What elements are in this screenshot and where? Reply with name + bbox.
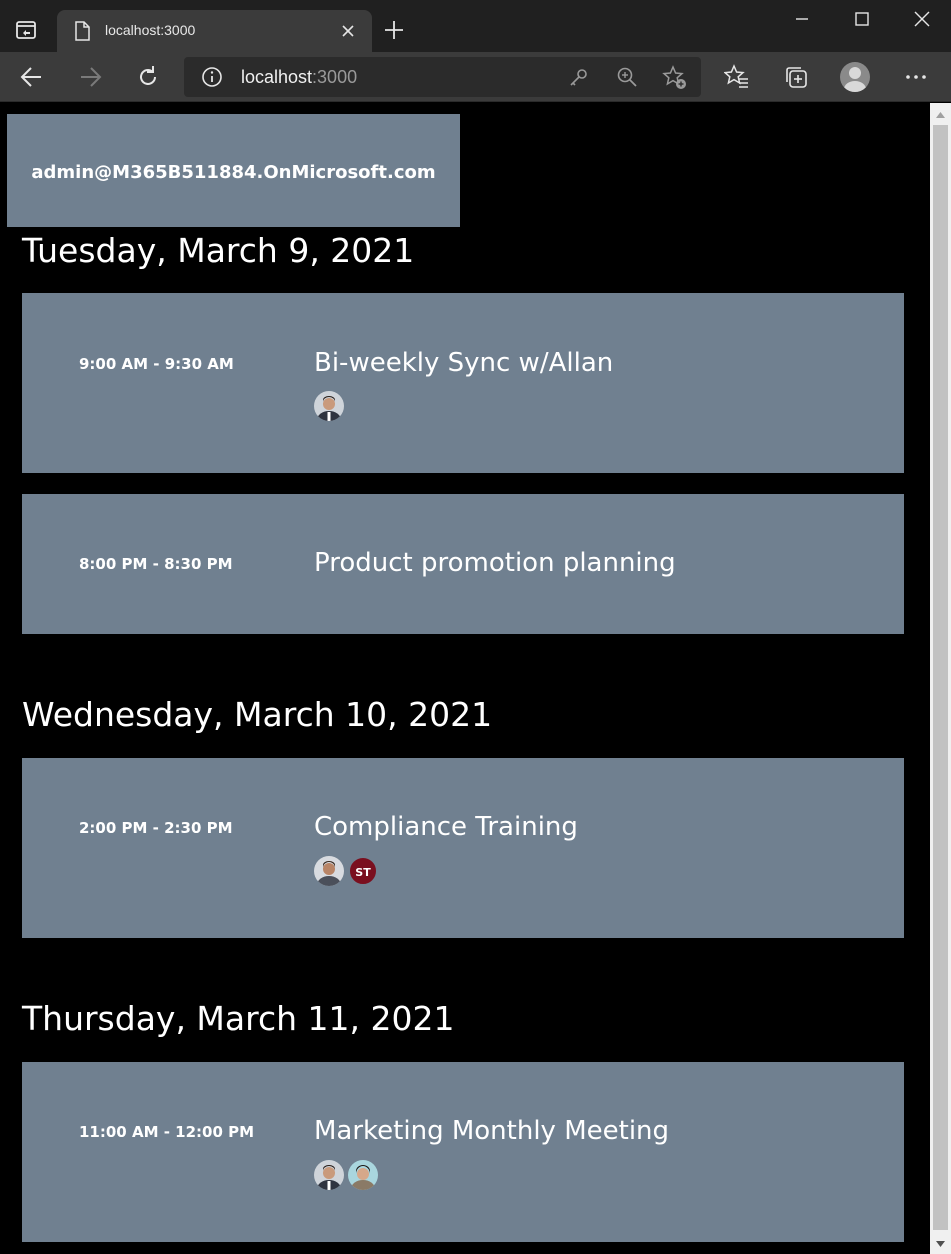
scroll-thumb[interactable] [933,125,948,1230]
event-time: 9:00 AM - 9:30 AM [79,355,234,373]
attendee-list [314,391,394,421]
day-heading: Wednesday, March 10, 2021 [22,695,493,734]
maximize-icon[interactable] [851,8,873,30]
key-icon[interactable] [568,67,590,89]
scroll-up-arrow-icon[interactable] [935,111,946,119]
day-heading: Tuesday, March 9, 2021 [22,231,415,270]
more-icon[interactable] [903,64,929,90]
attendee-avatar [314,1160,344,1190]
event-title: Marketing Monthly Meeting [314,1116,670,1146]
zoom-icon[interactable] [616,66,638,88]
scroll-down-arrow-icon[interactable] [935,1240,946,1248]
tab-title: localhost:3000 [105,22,196,38]
close-window-icon[interactable] [911,8,933,30]
url-port: :3000 [312,67,358,87]
collections-icon[interactable] [783,64,809,90]
close-icon[interactable] [340,23,356,39]
refresh-icon[interactable] [135,64,161,90]
event-title: Compliance Training [314,812,578,842]
event-card[interactable]: 9:00 AM - 9:30 AM Bi-weekly Sync w/Allan [22,293,904,473]
event-title: Product promotion planning [314,548,676,578]
event-time: 2:00 PM - 2:30 PM [79,819,233,837]
browser-titlebar: localhost:3000 [0,0,951,52]
event-time: 11:00 AM - 12:00 PM [79,1123,255,1141]
attendee-avatar [314,856,344,886]
forward-arrow-icon[interactable] [77,64,103,90]
browser-tab[interactable]: localhost:3000 [57,10,372,52]
event-card[interactable]: 8:00 PM - 8:30 PM Product promotion plan… [22,494,904,634]
attendee-avatar [348,1160,378,1190]
browser-toolbar: localhost:3000 [0,52,951,102]
page-content: admin@M365B511884.OnMicrosoft.com Tuesda… [0,103,930,1254]
attendee-list [314,1160,394,1190]
tab-actions-icon[interactable] [14,18,40,44]
back-arrow-icon[interactable] [19,64,45,90]
event-card[interactable]: 2:00 PM - 2:30 PM Compliance Training ST [22,758,904,938]
event-card[interactable]: 11:00 AM - 12:00 PM Marketing Monthly Me… [22,1062,904,1242]
url-text[interactable]: localhost:3000 [241,67,357,88]
profile-icon[interactable] [840,62,870,92]
url-host: localhost [241,67,313,87]
page-icon [75,21,90,41]
attendee-list: ST [314,856,394,886]
attendee-initials-avatar: ST [348,856,378,886]
event-time: 8:00 PM - 8:30 PM [79,555,233,573]
user-card: admin@M365B511884.OnMicrosoft.com [7,114,460,227]
day-heading: Thursday, March 11, 2021 [22,999,455,1038]
user-email: admin@M365B511884.OnMicrosoft.com [31,162,436,183]
address-bar[interactable]: localhost:3000 [184,57,701,97]
scrollbar[interactable] [930,103,951,1254]
attendee-avatar [314,391,344,421]
favorites-icon[interactable] [724,64,750,90]
info-icon[interactable] [201,66,223,88]
event-title: Bi-weekly Sync w/Allan [314,348,614,378]
plus-icon[interactable] [383,19,405,41]
add-favorite-icon[interactable] [662,65,688,91]
minimize-icon[interactable] [791,8,813,30]
